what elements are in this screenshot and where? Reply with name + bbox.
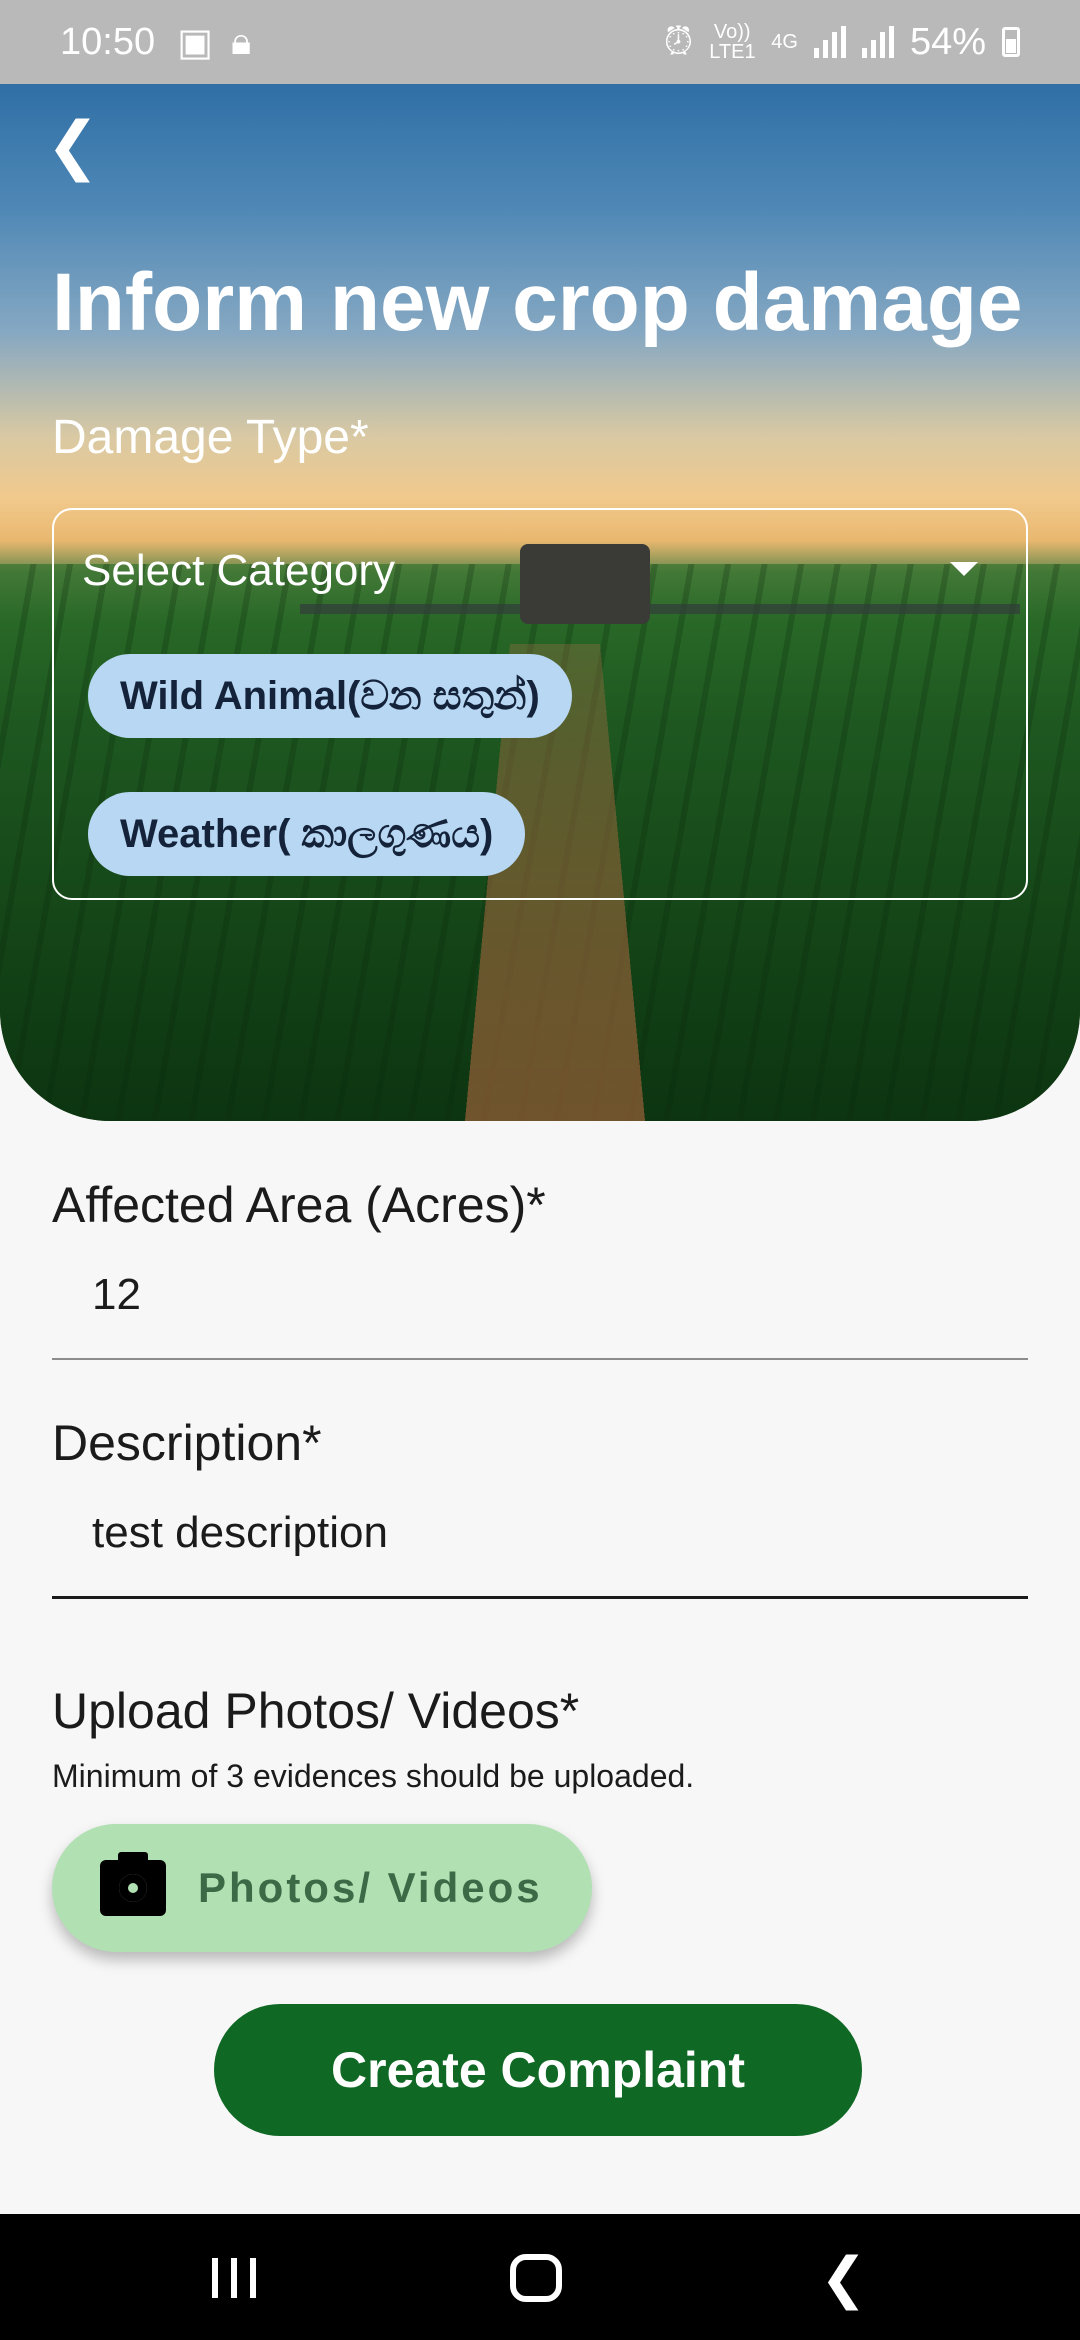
- navigation-bar: ❮: [0, 2214, 1080, 2340]
- upload-label: Upload Photos/ Videos*: [52, 1683, 580, 1739]
- network-label: Vo)) LTE1: [709, 21, 756, 63]
- status-bar: 10:50 ▣ 🔒︎ ⏰︎ Vo)) LTE1 4G 54%: [0, 0, 1080, 84]
- alarm-icon: ⏰︎: [663, 20, 694, 63]
- damage-type-select[interactable]: Select Category Wild Animal(වන සතුන්) We…: [52, 508, 1028, 900]
- page-title: Inform new crop damage: [52, 257, 1023, 348]
- back-button[interactable]: ❮: [46, 110, 100, 180]
- chevron-left-icon: ❮: [46, 109, 100, 181]
- damage-type-label: Damage Type*: [52, 411, 369, 464]
- status-time: 10:50: [60, 20, 156, 63]
- create-complaint-button[interactable]: Create Complaint: [214, 2004, 862, 2136]
- nav-back-icon[interactable]: ❮: [820, 2250, 867, 2306]
- affected-area-label: Affected Area (Acres)*: [52, 1177, 546, 1233]
- description-underline: [52, 1596, 1028, 1599]
- battery-percent: 54%: [909, 20, 986, 63]
- dropdown-caret-icon[interactable]: [950, 562, 978, 576]
- screen: 10:50 ▣ 🔒︎ ⏰︎ Vo)) LTE1 4G 54% ❮ Inform …: [0, 0, 1080, 2340]
- affected-area-input[interactable]: 12: [92, 1270, 141, 1320]
- signal-icon-2: [861, 26, 894, 58]
- network-type: 4G: [771, 31, 798, 53]
- description-input[interactable]: test description: [92, 1508, 388, 1558]
- status-icons: ⏰︎ Vo)) LTE1 4G 54%: [664, 21, 1020, 64]
- lock-icon: 🔒︎: [231, 20, 252, 63]
- chip-wild-animal[interactable]: Wild Animal(වන සතුන්): [88, 654, 572, 738]
- chip-weather[interactable]: Weather( කාලගුණය): [88, 792, 526, 876]
- upload-button-label: Photos/ Videos: [198, 1864, 543, 1911]
- upload-hint: Minimum of 3 evidences should be uploade…: [52, 1758, 695, 1794]
- battery-icon: [1002, 27, 1020, 57]
- upload-photos-button[interactable]: Photos/ Videos: [52, 1824, 592, 1952]
- description-label: Description*: [52, 1415, 322, 1471]
- notification-icon: ▣: [177, 21, 213, 64]
- category-placeholder: Select Category: [82, 546, 396, 595]
- signal-icon: [813, 26, 846, 58]
- camera-icon: [100, 1852, 166, 1916]
- affected-area-underline: [52, 1358, 1028, 1360]
- recent-apps-icon[interactable]: [212, 2258, 256, 2298]
- home-icon[interactable]: [510, 2254, 562, 2302]
